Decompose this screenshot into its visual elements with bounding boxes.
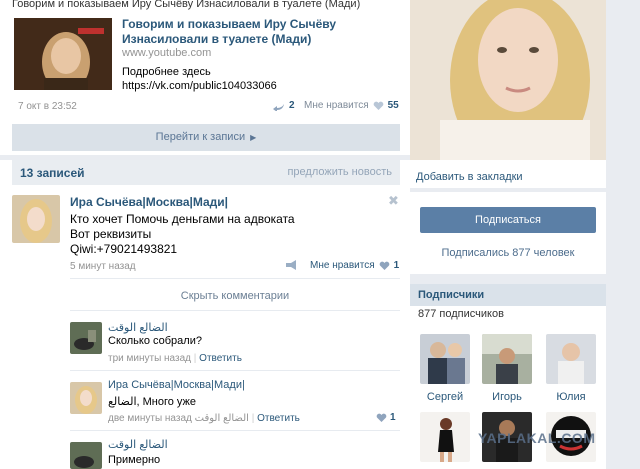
subscriber-avatar[interactable]	[420, 334, 470, 384]
like-count: 55	[387, 100, 399, 111]
repost-icon	[272, 101, 286, 111]
subscriber-avatar[interactable]	[420, 412, 470, 462]
subscriber-avatar[interactable]	[482, 334, 532, 384]
repost-control[interactable]: 2	[272, 100, 295, 111]
comment-author[interactable]: الضالع الوقت	[108, 321, 168, 334]
wall-count[interactable]: 13 записей	[20, 166, 85, 180]
suggest-news-link[interactable]: предложить новость	[287, 166, 392, 178]
like-control[interactable]: Мне нравится 55	[304, 100, 399, 111]
post-like-label: Мне нравится	[310, 260, 375, 271]
post-author-name[interactable]: Ира Сычёва|Москва|Мади|	[70, 195, 228, 209]
post-text: Кто хочет Помочь деньгами на адвоката Во…	[70, 212, 295, 257]
divider	[70, 310, 400, 311]
comment-time[interactable]: две минуты назад	[108, 413, 192, 424]
repost-count: 2	[289, 100, 295, 111]
divider	[70, 430, 400, 431]
comment-text: Сколько собрали?	[108, 335, 202, 347]
video-thumbnail-image	[14, 18, 112, 90]
post-like-count: 1	[393, 260, 400, 271]
subscribe-card	[410, 192, 606, 274]
comment-like-count: 1	[390, 412, 396, 423]
comment-like-control[interactable]: 1	[376, 412, 396, 423]
hide-comments-link[interactable]: Скрыть комментарии	[70, 290, 400, 302]
heart-icon	[376, 413, 387, 423]
subscribers-count: 877 подписчиков	[418, 308, 504, 320]
post-author-avatar[interactable]	[12, 195, 60, 243]
reply-link[interactable]: Ответить	[199, 353, 242, 364]
subscriber-name[interactable]: Юлия	[546, 391, 596, 403]
subscribers-title[interactable]: Подписчики	[410, 284, 606, 306]
subscriber-avatar[interactable]	[546, 334, 596, 384]
close-icon[interactable]: ✖	[388, 193, 399, 209]
heart-icon	[373, 101, 384, 111]
comment-avatar[interactable]	[70, 442, 102, 469]
details-link[interactable]: https://vk.com/public104033066	[122, 80, 277, 92]
comment-meta: две минуты назад الضالع الوقت | Ответить	[108, 413, 300, 424]
comment-text: Примерно	[108, 454, 161, 466]
reply-link[interactable]: Ответить	[257, 413, 300, 424]
comment-author[interactable]: Ира Сычёва|Москва|Мади|	[108, 379, 245, 391]
wall-section: 13 записей предложить новость Ира Сычёва…	[0, 160, 410, 469]
subscriber-name[interactable]: Сергей	[420, 391, 470, 403]
subscribed-count-link[interactable]: Подписались 877 человек	[410, 247, 606, 259]
divider	[70, 370, 400, 371]
video-source-url: www.youtube.com	[122, 47, 212, 59]
comment-avatar[interactable]	[70, 382, 102, 414]
details-label: Подробнее здесь	[122, 66, 211, 78]
comment-time[interactable]: три минуты назад	[108, 353, 191, 364]
video-thumbnail[interactable]	[14, 18, 112, 90]
post-text-line: Кто хочет Помочь деньгами на адвоката	[70, 212, 295, 226]
comment-text: الضالع, Много уже	[108, 396, 197, 408]
post-text-line: Qiwi:+79021493821	[70, 242, 178, 256]
megaphone-icon[interactable]	[285, 260, 297, 270]
watermark-text: YAPLAKAL.COM	[478, 430, 596, 446]
goto-post-button[interactable]: Перейти к записи ▶	[12, 124, 400, 151]
post-time[interactable]: 5 минут назад	[70, 261, 136, 272]
divider	[70, 278, 400, 279]
comment-author[interactable]: الضالع الوقت	[108, 438, 168, 451]
comment-avatar[interactable]	[70, 322, 102, 354]
comment-meta: три минуты назад | Ответить	[108, 353, 242, 364]
like-label: Мне нравится	[304, 100, 369, 111]
profile-photo-image	[410, 0, 606, 160]
post-text-line: Вот реквизиты	[70, 227, 152, 241]
video-title-link[interactable]: Говорим и показываем Иру Сычёву Изнасило…	[122, 17, 342, 47]
chevron-right-icon: ▶	[250, 133, 257, 142]
goto-post-label: Перейти к записи	[155, 131, 246, 143]
post-like-control[interactable]: Мне нравится 1	[310, 260, 399, 271]
profile-photo[interactable]	[410, 0, 606, 160]
post-header-text: Говорим и показываем Иру Сычёву Изнасило…	[12, 0, 361, 10]
heart-icon	[379, 261, 390, 271]
subscriber-name[interactable]: Игорь	[482, 391, 532, 403]
subscribe-button[interactable]: Подписаться	[420, 207, 596, 233]
reply-to-name: الضالع الوقت	[194, 413, 249, 424]
post-date[interactable]: 7 окт в 23:52	[18, 101, 77, 112]
bookmark-link[interactable]: Добавить в закладки	[416, 171, 523, 183]
